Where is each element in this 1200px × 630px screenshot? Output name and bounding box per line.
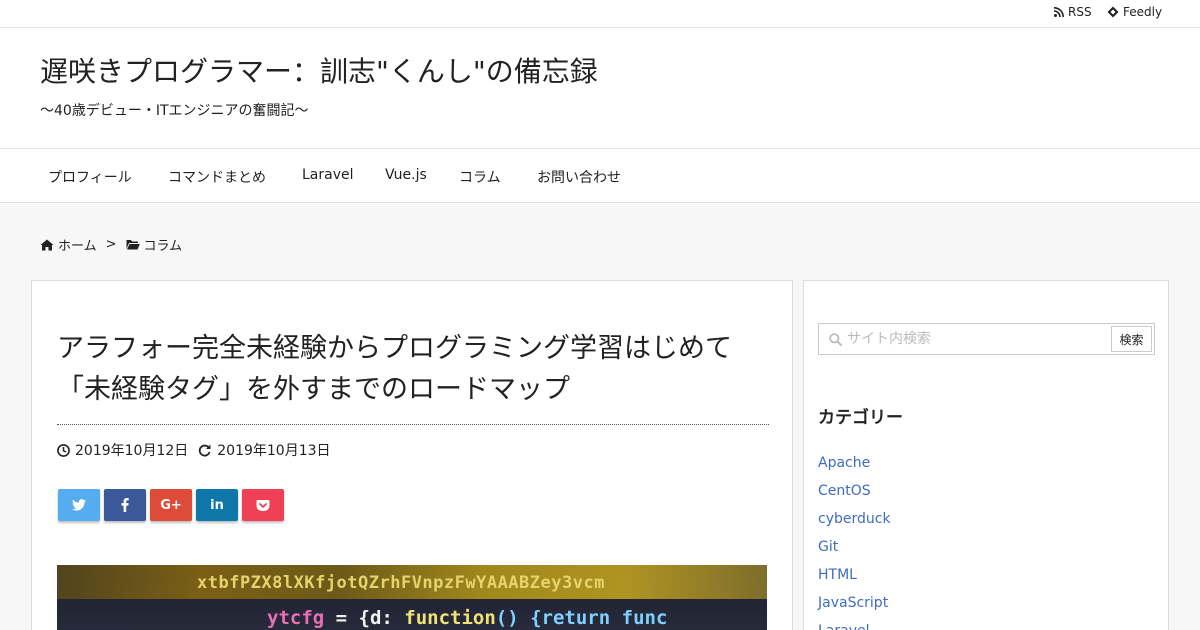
article-dates: 2019年10月12日 2019年10月13日 — [57, 440, 331, 460]
search-button[interactable]: 検索 — [1111, 326, 1152, 352]
share-linkedin-button[interactable]: in — [196, 489, 238, 521]
feedly-label: Feedly — [1123, 5, 1163, 19]
pocket-icon — [256, 499, 270, 511]
published-date-text: 2019年10月12日 — [75, 443, 189, 459]
nav-item-commands[interactable]: コマンドまとめ — [168, 167, 266, 187]
nav-item-profile[interactable]: プロフィール — [48, 167, 132, 187]
eyecatch-code-assign: = {d: — [324, 607, 405, 629]
search-icon — [829, 333, 842, 346]
breadcrumb-category[interactable]: コラム — [126, 235, 183, 254]
category-item-git[interactable]: Git — [818, 538, 891, 566]
breadcrumb-home-label: ホーム — [58, 239, 97, 254]
clock-icon — [57, 443, 70, 457]
global-nav: プロフィール コマンドまとめ Laravel Vue.js コラム お問い合わせ — [0, 148, 1200, 203]
folder-open-icon — [126, 240, 140, 250]
site-tagline: 〜40歳デビュー・ITエンジニアの奮闘記〜 — [40, 103, 309, 119]
search-form: 検索 — [818, 323, 1155, 355]
category-item-html[interactable]: HTML — [818, 566, 891, 594]
nav-item-vuejs[interactable]: Vue.js — [385, 167, 427, 183]
linkedin-icon: in — [210, 497, 224, 513]
breadcrumb-category-label: コラム — [143, 239, 183, 254]
nav-item-column[interactable]: コラム — [459, 167, 501, 187]
category-item-cyberduck[interactable]: cyberduck — [818, 510, 891, 538]
category-item-javascript[interactable]: JavaScript — [818, 594, 891, 622]
nav-item-laravel[interactable]: Laravel — [302, 167, 354, 183]
share-buttons: G+ in — [58, 489, 288, 521]
search-input[interactable] — [847, 328, 1107, 350]
category-item-laravel[interactable]: Laravel — [818, 622, 891, 630]
rss-label: RSS — [1068, 5, 1092, 19]
refresh-icon — [199, 444, 211, 456]
sidebar: 検索 カテゴリー Apache CentOS cyberduck Git HTM… — [803, 280, 1169, 630]
google-plus-icon: G+ — [160, 497, 182, 513]
top-bar: RSS Feedly — [0, 0, 1200, 28]
home-icon — [40, 239, 54, 250]
breadcrumb: ホーム > コラム — [40, 235, 182, 254]
breadcrumb-home[interactable]: ホーム — [40, 235, 97, 254]
eyecatch-code-keyword: function — [404, 607, 496, 629]
eyecatch-code-body: () {return func — [495, 607, 668, 629]
share-pocket-button[interactable] — [242, 489, 284, 521]
eyecatch-code-var: ytcfg — [267, 607, 325, 629]
eyecatch-code-line-2: ytcfg = {d: function() {return func — [267, 607, 667, 629]
share-google-plus-button[interactable]: G+ — [150, 489, 192, 521]
feedly-icon — [1107, 6, 1119, 18]
feedly-link[interactable]: Feedly — [1107, 5, 1162, 19]
share-twitter-button[interactable] — [58, 489, 100, 521]
breadcrumb-separator: > — [105, 237, 117, 252]
category-item-centos[interactable]: CentOS — [818, 482, 891, 510]
nav-item-contact[interactable]: お問い合わせ — [537, 167, 621, 187]
categories-title: カテゴリー — [818, 408, 903, 428]
site-header: 遅咲きプログラマー：訓志"くんし"の備忘録 〜40歳デビュー・ITエンジニアの奮… — [0, 28, 1200, 148]
published-date: 2019年10月12日 — [57, 440, 188, 460]
category-item-apache[interactable]: Apache — [818, 454, 891, 482]
rss-icon — [1054, 7, 1064, 17]
article-title: アラフォー完全未経験からプログラミング学習はじめて「未経験タグ」を外すまでのロー… — [57, 328, 769, 425]
article-main: アラフォー完全未経験からプログラミング学習はじめて「未経験タグ」を外すまでのロー… — [31, 280, 793, 630]
eyecatch-image: xtbfPZX8lXKfjotQZrhFVnpzFwYAAABZey3vcm y… — [57, 565, 767, 630]
twitter-icon — [72, 499, 86, 511]
facebook-icon — [121, 498, 129, 512]
eyecatch-code-line-1: xtbfPZX8lXKfjotQZrhFVnpzFwYAAABZey3vcm — [197, 573, 605, 593]
category-list: Apache CentOS cyberduck Git HTML JavaScr… — [818, 454, 891, 630]
updated-date-text: 2019年10月13日 — [217, 443, 331, 459]
rss-link[interactable]: RSS — [1054, 5, 1092, 19]
updated-date: 2019年10月13日 — [198, 440, 331, 460]
share-facebook-button[interactable] — [104, 489, 146, 521]
site-title[interactable]: 遅咲きプログラマー：訓志"くんし"の備忘録 — [40, 50, 598, 90]
